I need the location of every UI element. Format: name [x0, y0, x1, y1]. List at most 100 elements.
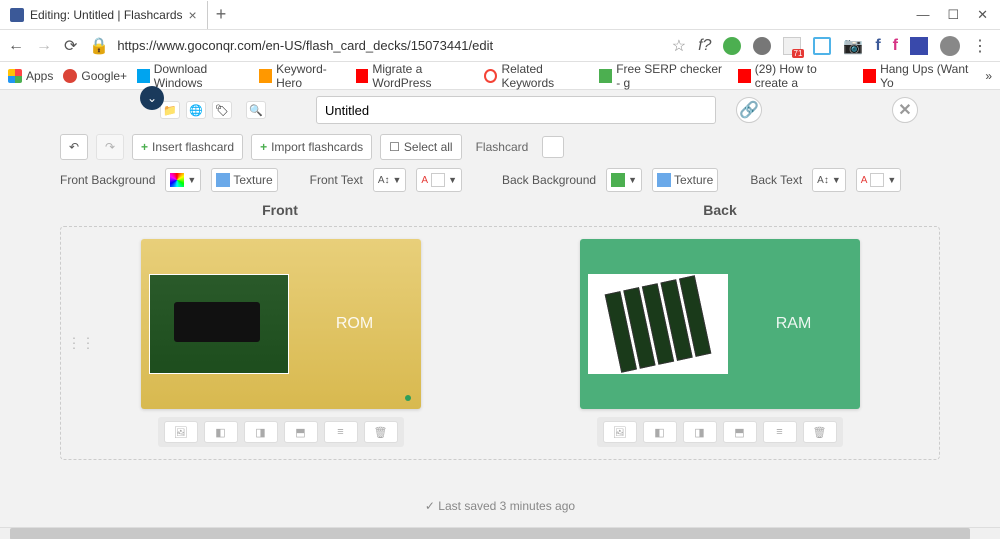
checkbox-icon: ☐ — [389, 140, 400, 154]
card-back[interactable]: RAM — [580, 239, 860, 409]
delete-card-icon[interactable]: 🗑 — [364, 421, 398, 443]
profile-avatar[interactable] — [940, 36, 960, 56]
window-close-icon[interactable]: ✕ — [977, 7, 988, 23]
back-column: RAM 🖼 ◧ ◨ ⬒ ≡ 🗑 — [520, 239, 919, 447]
ext-badge-icon[interactable] — [910, 37, 928, 55]
image-right-icon[interactable]: ◨ — [244, 421, 278, 443]
collapse-header-button[interactable]: ⌄ — [140, 86, 164, 110]
keyword-hero-icon — [259, 69, 272, 83]
star-icon[interactable]: ☆ — [672, 36, 686, 56]
ext-window-icon[interactable] — [813, 37, 831, 55]
front-column: ROM 🖼 ◧ ◨ ⬒ ≡ 🗑 — [81, 239, 480, 447]
flashcard-label: Flashcard — [470, 140, 535, 154]
horizontal-scrollbar[interactable] — [0, 527, 1000, 539]
image-only-icon[interactable]: 🖼 — [603, 421, 637, 443]
front-text-color[interactable]: A▼ — [416, 168, 462, 192]
bookmark-howto[interactable]: (29) How to create a — [738, 62, 853, 90]
googleplus-icon — [63, 69, 77, 83]
ext-grey-icon[interactable] — [753, 37, 771, 55]
kebab-icon[interactable]: ⋮ — [972, 36, 988, 56]
image-right-icon[interactable]: ◨ — [683, 421, 717, 443]
url-region[interactable]: 🔒 https://www.goconqr.com/en-US/flash_ca… — [89, 36, 659, 56]
bookmark-keyword-hero[interactable]: Keyword-Hero — [259, 62, 345, 90]
front-bg-color[interactable]: ▼ — [165, 168, 201, 192]
circle-icon — [484, 69, 497, 83]
front-text-label: Front Text — [310, 173, 363, 187]
back-heading: Back — [500, 202, 940, 218]
flashcard-placeholder-icon[interactable] — [542, 136, 564, 158]
ext-f-icon[interactable]: f? — [698, 37, 711, 55]
close-editor-button[interactable]: ✕ — [892, 97, 918, 123]
text-only-icon[interactable]: ≡ — [763, 421, 797, 443]
back-text-font[interactable]: A↕▼ — [812, 168, 846, 192]
tab-favicon — [10, 8, 24, 22]
browser-titlebar: Editing: Untitled | Flashcards × + — ☐ ✕ — [0, 0, 1000, 30]
tag-icon[interactable]: 🏷 — [212, 101, 232, 119]
window-controls: — ☐ ✕ — [916, 7, 1000, 23]
delete-card-icon[interactable]: 🗑 — [803, 421, 837, 443]
save-status: ✓ Last saved 3 minutes ago — [0, 499, 1000, 513]
image-top-icon[interactable]: ⬒ — [723, 421, 757, 443]
close-tab-icon[interactable]: × — [189, 7, 197, 23]
bookmarks-overflow[interactable]: » — [985, 69, 992, 83]
image-left-icon[interactable]: ◧ — [643, 421, 677, 443]
select-all-button[interactable]: ☐Select all — [380, 134, 461, 160]
bookmark-migrate-wp[interactable]: Migrate a WordPress — [356, 62, 475, 90]
browser-tab[interactable]: Editing: Untitled | Flashcards × — [0, 1, 208, 29]
back-icon[interactable]: ← — [8, 37, 24, 55]
ext-shield-icon[interactable]: 71 — [783, 37, 801, 55]
youtube-icon — [863, 69, 876, 83]
reload-icon[interactable]: ⟳ — [64, 36, 77, 56]
image-top-icon[interactable]: ⬒ — [284, 421, 318, 443]
front-bg-texture[interactable]: Texture — [211, 168, 277, 192]
app-area: ⌄ 📁 🌐 🏷 🔍 🔗 ✕ ↶ ↷ +Insert flashcard +Imp… — [0, 90, 1000, 527]
bookmark-related[interactable]: Related Keywords — [484, 62, 589, 90]
youtube-icon — [738, 69, 751, 83]
apps-button[interactable]: Apps — [8, 69, 53, 83]
globe-icon[interactable]: 🌐 — [186, 101, 206, 119]
front-heading: Front — [60, 202, 500, 218]
bookmark-hangups[interactable]: Hang Ups (Want Yo — [863, 62, 975, 90]
flashcard-row: ⋮⋮ ROM 🖼 ◧ ◨ ⬒ ≡ 🗑 — [60, 226, 940, 460]
back-bg-color[interactable]: ▼ — [606, 168, 642, 192]
insert-flashcard-button[interactable]: +Insert flashcard — [132, 134, 243, 160]
new-tab-button[interactable]: + — [216, 4, 227, 25]
folder-icon[interactable]: 📁 — [160, 101, 180, 119]
ext-camera-icon[interactable]: 📷 — [843, 36, 863, 56]
drag-handle-icon[interactable]: ⋮⋮ — [67, 335, 95, 352]
front-bg-label: Front Background — [60, 173, 155, 187]
text-only-icon[interactable]: ≡ — [324, 421, 358, 443]
ext-fancy-icon[interactable]: f — [893, 37, 898, 55]
ext-green-icon[interactable] — [723, 37, 741, 55]
ext-fb-icon[interactable]: f — [875, 37, 880, 55]
search-icon[interactable]: 🔍 — [246, 101, 266, 119]
card-zone: Front Back ⋮⋮ ROM 🖼 ◧ ◨ ⬒ ≡ 🗑 — [0, 202, 1000, 460]
youtube-icon — [356, 69, 369, 83]
image-left-icon[interactable]: ◧ — [204, 421, 238, 443]
front-card-tools: 🖼 ◧ ◨ ⬒ ≡ 🗑 — [158, 417, 404, 447]
back-card-tools: 🖼 ◧ ◨ ⬒ ≡ 🗑 — [597, 417, 843, 447]
redo-button[interactable]: ↷ — [96, 134, 124, 160]
back-text-color[interactable]: A▼ — [856, 168, 902, 192]
back-bg-texture[interactable]: Texture — [652, 168, 718, 192]
import-flashcards-button[interactable]: +Import flashcards — [251, 134, 372, 160]
bookmark-googleplus[interactable]: Google+ — [63, 69, 127, 83]
attachment-button[interactable]: 🔗 — [736, 97, 762, 123]
forward-icon[interactable]: → — [36, 37, 52, 55]
apps-label: Apps — [26, 69, 53, 83]
mini-icon-row: 📁 🌐 🏷 🔍 — [160, 101, 266, 119]
deck-title-input[interactable] — [316, 96, 716, 124]
window-maximize-icon[interactable]: ☐ — [947, 7, 959, 23]
url-text: https://www.goconqr.com/en-US/flash_card… — [117, 38, 493, 53]
undo-button[interactable]: ↶ — [60, 134, 88, 160]
front-text-font[interactable]: A↕▼ — [373, 168, 407, 192]
bookmark-serp[interactable]: Free SERP checker - g — [599, 62, 728, 90]
ext-badge: 71 — [792, 49, 805, 58]
toolbar-primary: ↶ ↷ +Insert flashcard +Import flashcards… — [0, 130, 1000, 164]
window-minimize-icon[interactable]: — — [916, 7, 929, 23]
back-bg-label: Back Background — [502, 173, 596, 187]
card-front[interactable]: ROM — [141, 239, 421, 409]
image-only-icon[interactable]: 🖼 — [164, 421, 198, 443]
grid-icon — [8, 69, 22, 83]
lock-icon: 🔒 — [89, 36, 109, 56]
